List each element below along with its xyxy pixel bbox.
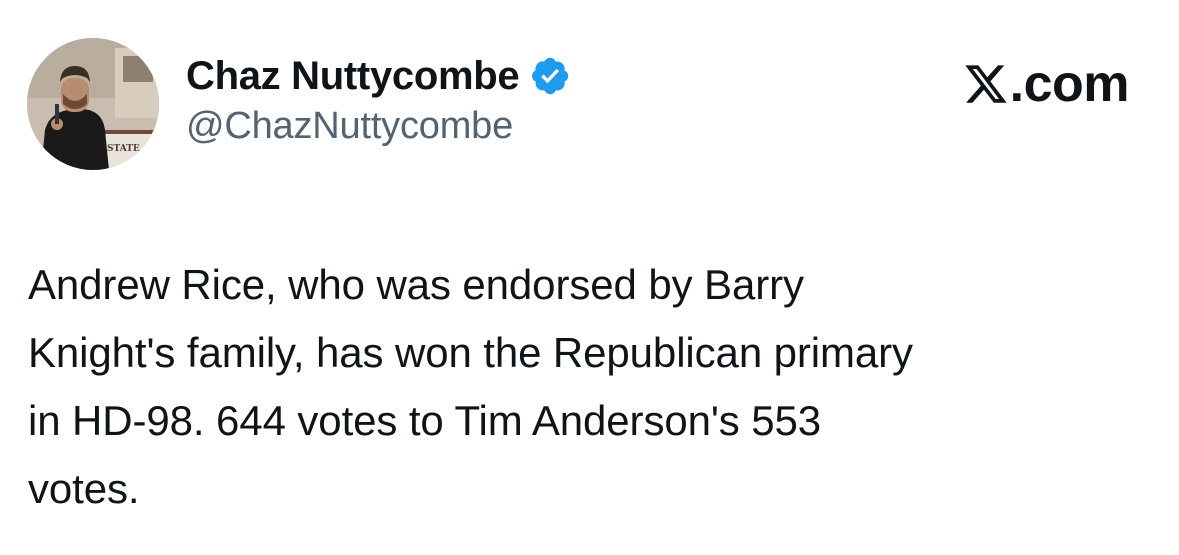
author-block: Chaz Nuttycombe @ChazNuttycombe: [186, 50, 571, 148]
avatar-sign-text: STATE: [107, 144, 140, 154]
avatar-photo: STATE: [27, 38, 159, 170]
verified-badge-icon: [529, 55, 571, 97]
x-logo-icon: [963, 61, 1009, 107]
brand-domain: .com: [1009, 55, 1130, 113]
name-row: Chaz Nuttycombe: [186, 50, 571, 102]
avatar[interactable]: STATE: [27, 38, 159, 170]
display-name[interactable]: Chaz Nuttycombe: [186, 54, 520, 99]
tweet-card: STATE Chaz Nuttycombe @ChazNuttycombe .c…: [0, 0, 1179, 555]
brand-watermark: .com: [963, 55, 1130, 113]
tweet-text: Andrew Rice, who was endorsed by Barry K…: [28, 261, 913, 512]
handle[interactable]: @ChazNuttycombe: [186, 105, 571, 148]
